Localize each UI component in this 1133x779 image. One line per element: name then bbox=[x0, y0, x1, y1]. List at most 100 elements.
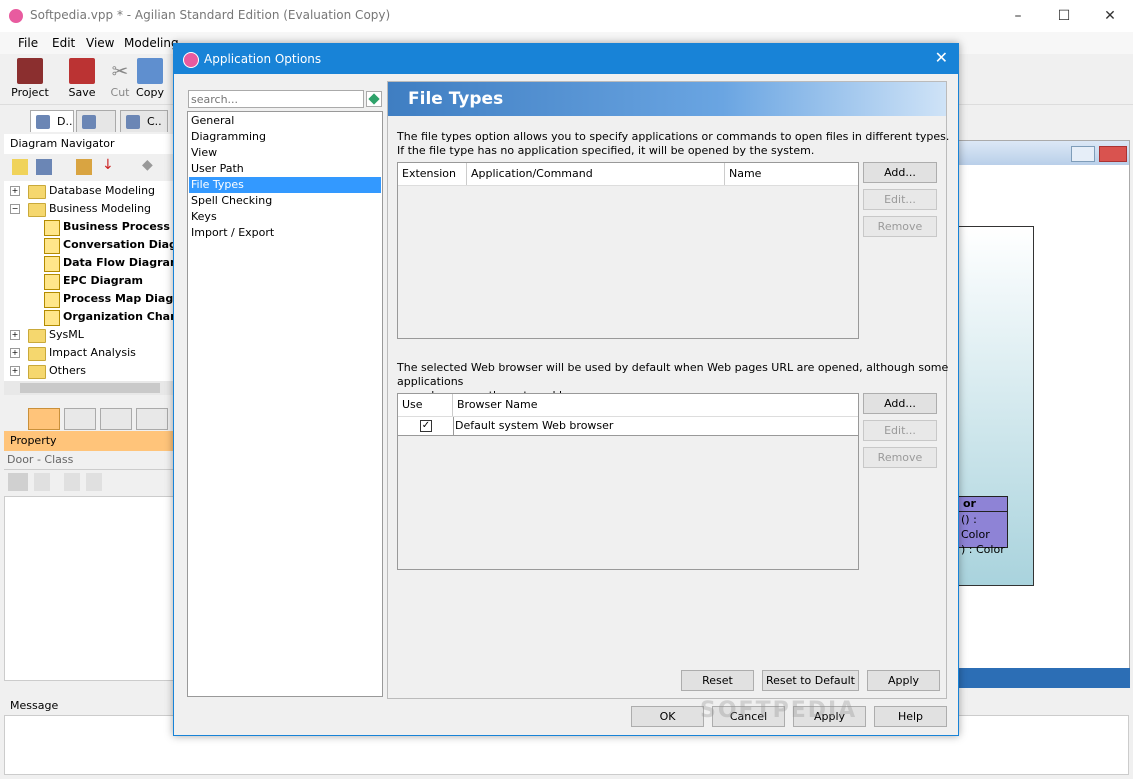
options-search-input[interactable] bbox=[188, 90, 364, 108]
sort-icon[interactable]: ↓ bbox=[102, 157, 114, 173]
browser-table[interactable]: Use Browser Name ✓ Default system Web br… bbox=[397, 393, 859, 570]
menu-file[interactable]: File bbox=[18, 36, 38, 50]
browser-add-button[interactable]: Add... bbox=[863, 393, 937, 414]
diagram-icon bbox=[44, 274, 60, 290]
menu-modeling[interactable]: Modeling bbox=[124, 36, 179, 50]
application-options-dialog: Application Options ✕ General Diagrammin… bbox=[173, 43, 959, 736]
sort-alpha-icon[interactable] bbox=[34, 473, 50, 491]
dialog-title-bar: Application Options ✕ bbox=[174, 44, 958, 74]
option-keys[interactable]: Keys bbox=[189, 209, 381, 225]
main-title-bar: Softpedia.vpp * - Agilian Standard Editi… bbox=[0, 0, 1133, 32]
save-icon bbox=[69, 58, 95, 84]
property-toolbar bbox=[4, 469, 174, 496]
scroll-thumb[interactable] bbox=[20, 383, 160, 393]
option-spell-checking[interactable]: Spell Checking bbox=[189, 193, 381, 209]
column-use[interactable]: Use bbox=[398, 394, 453, 416]
class-shape[interactable]: or () : Color ) : Color bbox=[958, 496, 1008, 556]
apply-section-button[interactable]: Apply bbox=[867, 670, 940, 691]
browser-table-header: Use Browser Name bbox=[398, 394, 858, 417]
minimize-button[interactable]: – bbox=[995, 0, 1041, 32]
app-icon bbox=[8, 8, 24, 24]
file-types-table-header: Extension Application/Command Name bbox=[398, 163, 858, 186]
browser-row[interactable]: ✓ Default system Web browser bbox=[398, 417, 858, 436]
filter-icon[interactable] bbox=[36, 159, 52, 175]
new-diagram-icon[interactable] bbox=[12, 159, 28, 175]
menu-edit[interactable]: Edit bbox=[52, 36, 75, 50]
tab-favorites[interactable] bbox=[136, 408, 168, 430]
maximize-button[interactable]: ☐ bbox=[1041, 0, 1087, 32]
window-title: Softpedia.vpp * - Agilian Standard Editi… bbox=[30, 8, 391, 22]
status-strip bbox=[958, 668, 1130, 688]
copy-button[interactable]: Copy bbox=[128, 56, 172, 102]
folder-icon bbox=[28, 365, 46, 379]
diagram-window-bar bbox=[959, 141, 1129, 165]
reset-button[interactable]: Reset bbox=[681, 670, 754, 691]
project-button[interactable]: Project bbox=[8, 56, 52, 102]
column-extension[interactable]: Extension bbox=[398, 163, 467, 185]
property-grid bbox=[4, 496, 174, 681]
ok-button[interactable]: OK bbox=[631, 706, 704, 727]
explorer-icon bbox=[82, 115, 96, 129]
use-checkbox[interactable]: ✓ bbox=[420, 420, 432, 432]
tab-property[interactable] bbox=[28, 408, 60, 430]
menu-view[interactable]: View bbox=[86, 36, 114, 50]
browser-edit-button[interactable]: Edit... bbox=[863, 420, 937, 441]
option-view[interactable]: View bbox=[189, 145, 381, 161]
diagram-icon bbox=[44, 238, 60, 254]
class-icon bbox=[126, 115, 140, 129]
diagram-icon bbox=[44, 256, 60, 272]
column-name[interactable]: Name bbox=[725, 163, 858, 185]
file-types-remove-button[interactable]: Remove bbox=[863, 216, 937, 237]
help-button[interactable]: Help bbox=[874, 706, 947, 727]
column-application-command[interactable]: Application/Command bbox=[467, 163, 725, 185]
property-tabs bbox=[4, 405, 174, 431]
file-types-edit-button[interactable]: Edit... bbox=[863, 189, 937, 210]
folder-icon bbox=[28, 329, 46, 343]
tab-model-structure[interactable] bbox=[64, 408, 96, 430]
options-category-list: General Diagramming View User Path File … bbox=[187, 111, 383, 697]
file-types-table[interactable]: Extension Application/Command Name bbox=[397, 162, 859, 339]
up-icon[interactable]: ◆ bbox=[142, 157, 153, 173]
reset-to-default-button[interactable]: Reset to Default bbox=[762, 670, 859, 691]
tree-horizontal-scrollbar[interactable] bbox=[4, 381, 174, 395]
restore-icon[interactable] bbox=[1071, 146, 1095, 162]
categorized-icon[interactable] bbox=[8, 473, 28, 491]
app-icon bbox=[183, 52, 199, 68]
class-op: () : Color bbox=[961, 513, 990, 541]
search-button[interactable] bbox=[366, 91, 382, 107]
option-import-export[interactable]: Import / Export bbox=[189, 225, 381, 241]
dialog-title: Application Options bbox=[204, 52, 322, 66]
navigator-toolbar: ↓ ◆ bbox=[4, 155, 174, 181]
expand-icon[interactable] bbox=[64, 473, 80, 491]
folder-icon bbox=[28, 185, 46, 199]
diagram-icon bbox=[44, 292, 60, 308]
copy-icon bbox=[137, 58, 163, 84]
folder-open-icon bbox=[28, 203, 46, 217]
tab-model-explorer[interactable] bbox=[76, 110, 116, 132]
file-types-add-button[interactable]: Add... bbox=[863, 162, 937, 183]
tab-documentation[interactable] bbox=[100, 408, 132, 430]
folder-icon bbox=[28, 347, 46, 361]
watermark: SOFTPEDIA bbox=[700, 698, 858, 723]
option-file-types[interactable]: File Types bbox=[189, 177, 381, 193]
diagram-icon bbox=[44, 220, 60, 236]
browser-remove-button[interactable]: Remove bbox=[863, 447, 937, 468]
diagram-navigator-header: Diagram Navigator bbox=[4, 134, 174, 154]
search-icon bbox=[368, 93, 380, 105]
close-button[interactable]: ✕ bbox=[1087, 0, 1133, 32]
collapse-icon[interactable] bbox=[86, 473, 102, 491]
close-icon[interactable] bbox=[1099, 146, 1127, 162]
diagram-tree: + Database Modeling − Business Modeling Bu… bbox=[4, 181, 174, 381]
open-folder-icon[interactable] bbox=[76, 159, 92, 175]
dialog-close-button[interactable]: ✕ bbox=[935, 48, 948, 67]
option-user-path[interactable]: User Path bbox=[189, 161, 381, 177]
diagram-icon bbox=[44, 310, 60, 326]
option-diagramming[interactable]: Diagramming bbox=[189, 129, 381, 145]
option-general[interactable]: General bbox=[189, 113, 381, 129]
column-browser-name[interactable]: Browser Name bbox=[453, 394, 858, 416]
tab-diagram-navigator[interactable]: D.. bbox=[30, 110, 74, 132]
tab-class-repository[interactable]: C.. bbox=[120, 110, 168, 132]
browser-name-cell: Default system Web browser bbox=[453, 417, 613, 435]
section-title: File Types bbox=[408, 89, 504, 109]
diagram-icon bbox=[36, 115, 50, 129]
